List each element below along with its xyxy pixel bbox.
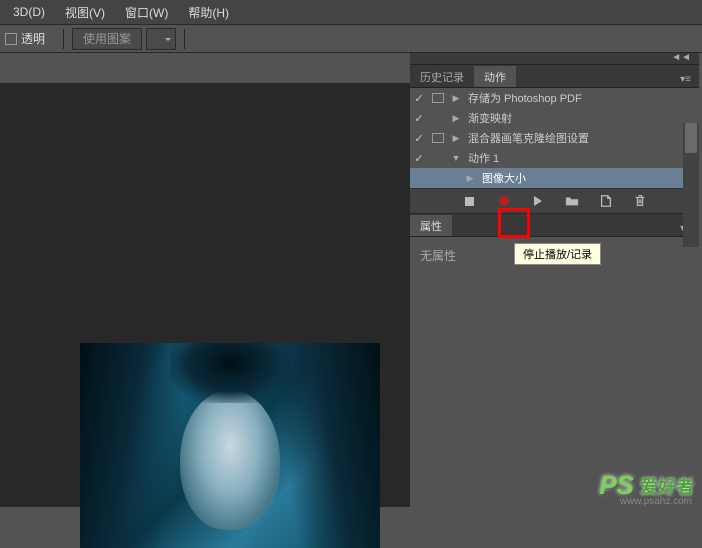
record-button[interactable] xyxy=(496,193,512,209)
delete-button[interactable] xyxy=(632,193,648,209)
properties-tab-bar: 属性 ▾≡ xyxy=(410,214,699,237)
scrollbar-thumb[interactable] xyxy=(685,123,697,153)
new-set-button[interactable] xyxy=(564,193,580,209)
toggle-check[interactable]: ✓ xyxy=(410,152,428,165)
actions-list: ✓▶存储为 Photoshop PDF✓▶渐变映射✓▶混合器画笔克隆绘图设置✓▼… xyxy=(410,88,699,188)
canvas-gray-strip xyxy=(0,53,410,83)
expand-toggle[interactable]: ▶ xyxy=(448,93,464,104)
panel-menu-icon[interactable]: ▾≡ xyxy=(678,72,693,87)
no-properties-text: 无属性 xyxy=(420,249,456,263)
watermark-text: 爱好者 xyxy=(640,473,694,499)
divider xyxy=(184,29,185,49)
menu-view[interactable]: 视图(V) xyxy=(57,1,113,24)
pattern-dropdown[interactable] xyxy=(146,28,176,50)
artwork-face xyxy=(180,390,280,530)
action-row[interactable]: ✓ ▼动作 1 xyxy=(410,148,699,168)
options-bar: 透明 使用图案 xyxy=(0,25,702,53)
canvas-area xyxy=(0,53,410,507)
menu-help[interactable]: 帮助(H) xyxy=(180,1,237,24)
actions-tab-bar: 历史记录 动作 ▾≡ xyxy=(410,65,699,88)
use-pattern-button[interactable]: 使用图案 xyxy=(72,28,142,50)
menu-window[interactable]: 窗口(W) xyxy=(117,1,176,24)
watermark-domain: www.psahz.com xyxy=(620,496,692,507)
panel-collapse-button[interactable]: ◄◄ xyxy=(410,53,699,65)
panels-area: ◄◄ 历史记录 动作 ▾≡ ✓▶存储为 Photoshop PDF✓▶渐变映射✓… xyxy=(410,53,699,507)
tab-properties[interactable]: 属性 xyxy=(410,215,452,236)
action-label: 图像大小 xyxy=(478,170,526,186)
divider xyxy=(63,29,64,49)
actions-controls xyxy=(410,188,699,214)
tooltip-stop-record: 停止播放/记录 xyxy=(514,243,601,265)
toggle-dialog[interactable] xyxy=(428,133,448,143)
transparent-label: 透明 xyxy=(21,30,45,47)
tab-history[interactable]: 历史记录 xyxy=(410,66,474,87)
expand-toggle[interactable]: ▼ xyxy=(448,153,464,163)
play-button[interactable] xyxy=(530,193,546,209)
action-row[interactable]: ✓ ▶混合器画笔克隆绘图设置 xyxy=(410,128,699,148)
toggle-check[interactable]: ✓ xyxy=(410,92,428,105)
toggle-dialog[interactable] xyxy=(428,93,448,103)
tab-actions[interactable]: 动作 xyxy=(474,66,516,87)
action-label: 渐变映射 xyxy=(464,110,512,126)
menu-bar: 3D(D) 视图(V) 窗口(W) 帮助(H) xyxy=(0,0,702,25)
canvas-artwork[interactable] xyxy=(80,343,380,548)
action-label: 混合器画笔克隆绘图设置 xyxy=(464,130,589,146)
transparent-checkbox[interactable] xyxy=(5,33,17,45)
action-label: 动作 1 xyxy=(464,150,499,166)
toggle-check[interactable]: ✓ xyxy=(410,132,428,145)
action-row[interactable]: ✓ ▶渐变映射 xyxy=(410,108,699,128)
artwork-hair xyxy=(170,343,290,403)
action-row[interactable]: ▶图像大小 xyxy=(410,168,699,188)
transparent-checkbox-wrap[interactable]: 透明 xyxy=(5,30,45,47)
menu-3d[interactable]: 3D(D) xyxy=(5,2,53,22)
action-label: 存储为 Photoshop PDF xyxy=(464,90,582,106)
stop-button[interactable] xyxy=(462,193,478,209)
expand-toggle[interactable]: ▶ xyxy=(462,173,478,184)
action-row[interactable]: ✓ ▶存储为 Photoshop PDF xyxy=(410,88,699,108)
expand-toggle[interactable]: ▶ xyxy=(448,113,464,124)
toggle-check[interactable]: ✓ xyxy=(410,112,428,125)
expand-toggle[interactable]: ▶ xyxy=(448,133,464,144)
scrollbar[interactable] xyxy=(683,123,699,247)
new-action-button[interactable] xyxy=(598,193,614,209)
